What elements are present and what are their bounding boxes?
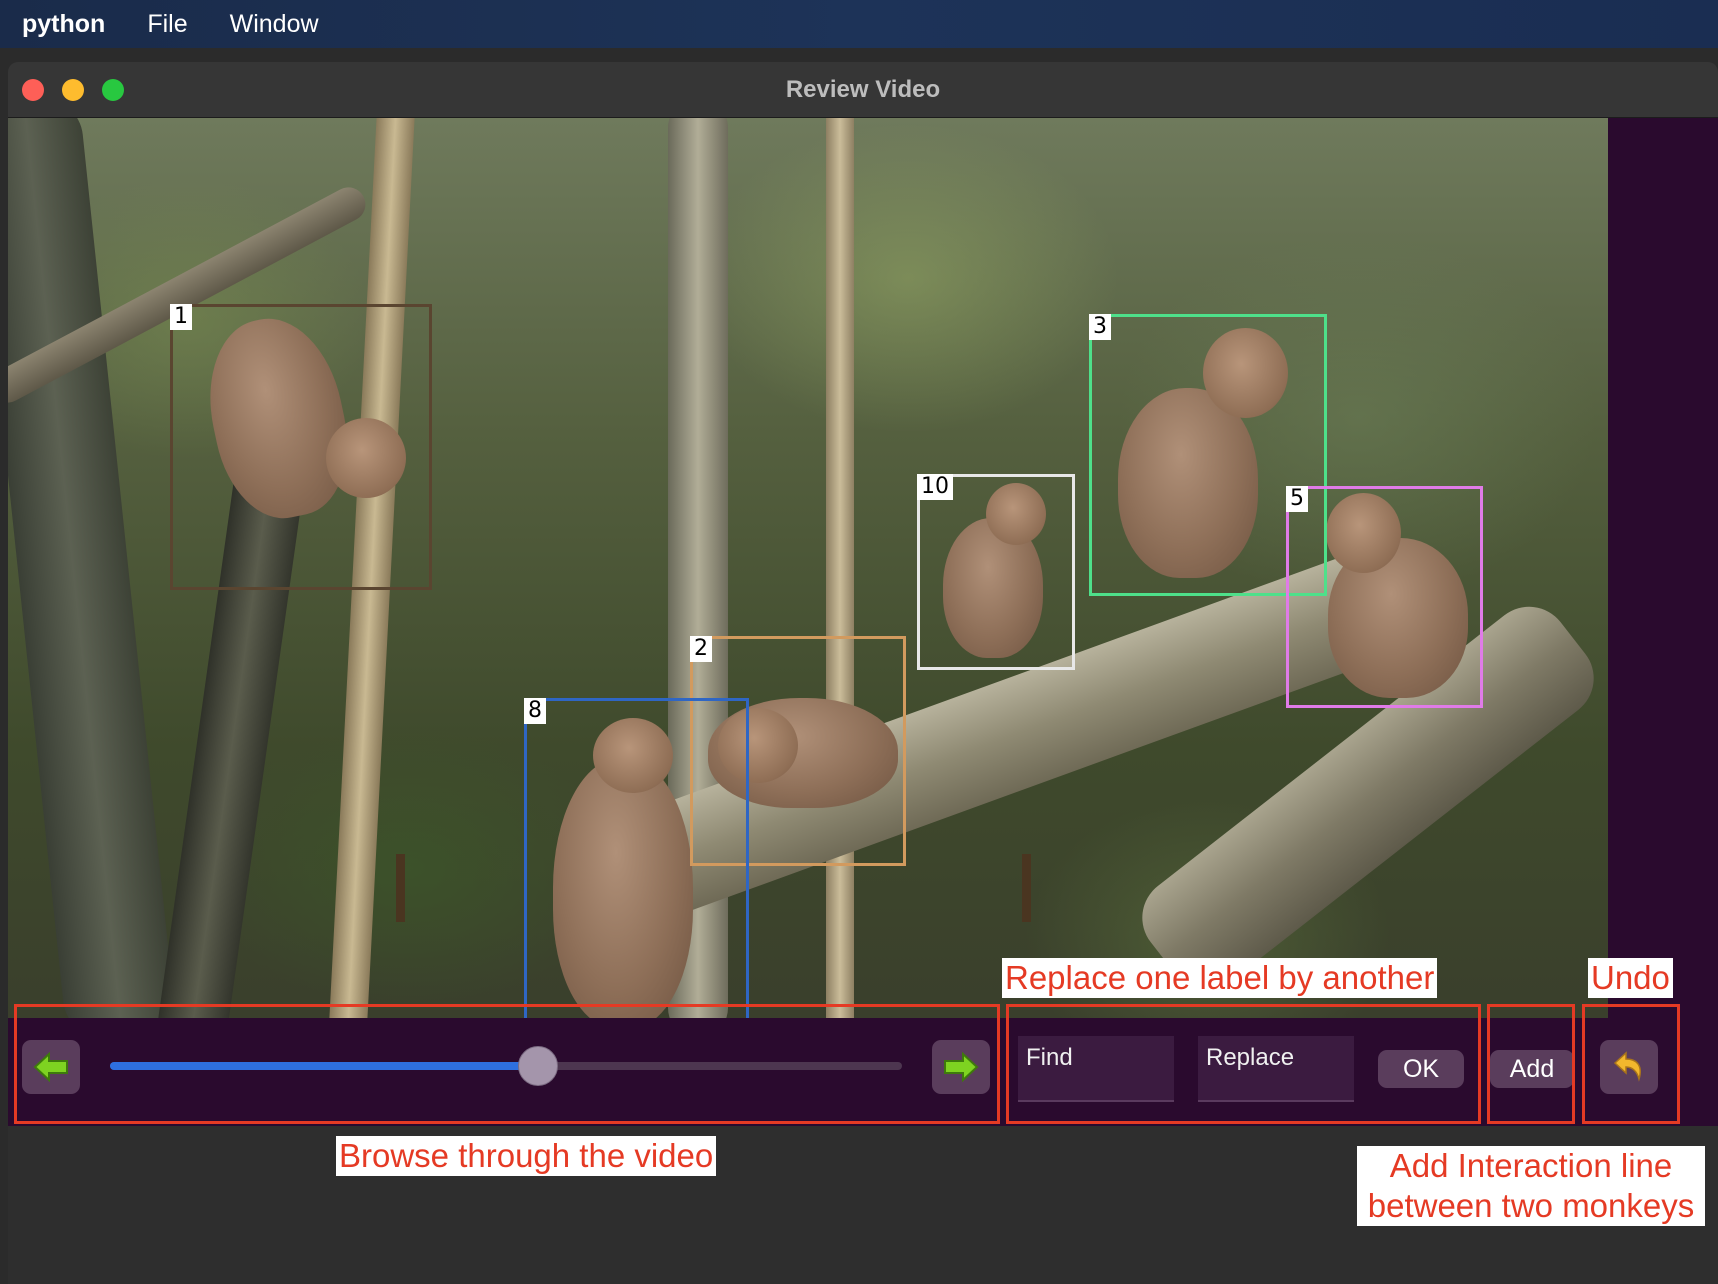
tree-trunk	[826, 118, 854, 1018]
menu-window[interactable]: Window	[230, 10, 319, 39]
window-title: Review Video	[785, 76, 941, 103]
menu-app-name[interactable]: python	[22, 10, 105, 39]
detection-label: 1	[170, 304, 192, 330]
annotation-box-add	[1487, 1004, 1575, 1124]
menu-bar: python File Window	[0, 0, 1718, 48]
menu-file[interactable]: File	[147, 10, 187, 39]
detection-box-5[interactable]: 5	[1286, 486, 1483, 708]
annotation-add-label: Add Interaction line between two monkeys	[1357, 1146, 1705, 1226]
detection-label: 3	[1089, 314, 1111, 340]
interaction-marker	[1022, 854, 1031, 922]
detection-label: 5	[1286, 486, 1308, 512]
title-bar: Review Video	[8, 62, 1718, 118]
annotation-replace-label: Replace one label by another	[1002, 958, 1438, 998]
video-frame: 1 2 3 5 8 10	[8, 118, 1608, 1018]
detection-label: 8	[524, 698, 546, 724]
detection-box-10[interactable]: 10	[917, 474, 1075, 670]
interaction-marker	[396, 854, 405, 922]
detection-label: 10	[917, 474, 953, 500]
annotation-box-replace	[1006, 1004, 1481, 1124]
side-panel	[1608, 118, 1718, 1018]
annotation-undo-label: Undo	[1588, 958, 1673, 998]
detection-box-1[interactable]: 1	[170, 304, 432, 590]
detection-label: 2	[690, 636, 712, 662]
detection-box-8[interactable]: 8	[524, 698, 749, 1018]
annotation-box-undo	[1582, 1004, 1680, 1124]
tree-trunk	[8, 118, 177, 1018]
annotation-box-browse	[14, 1004, 1000, 1124]
annotation-browse-label: Browse through the video	[336, 1136, 717, 1176]
